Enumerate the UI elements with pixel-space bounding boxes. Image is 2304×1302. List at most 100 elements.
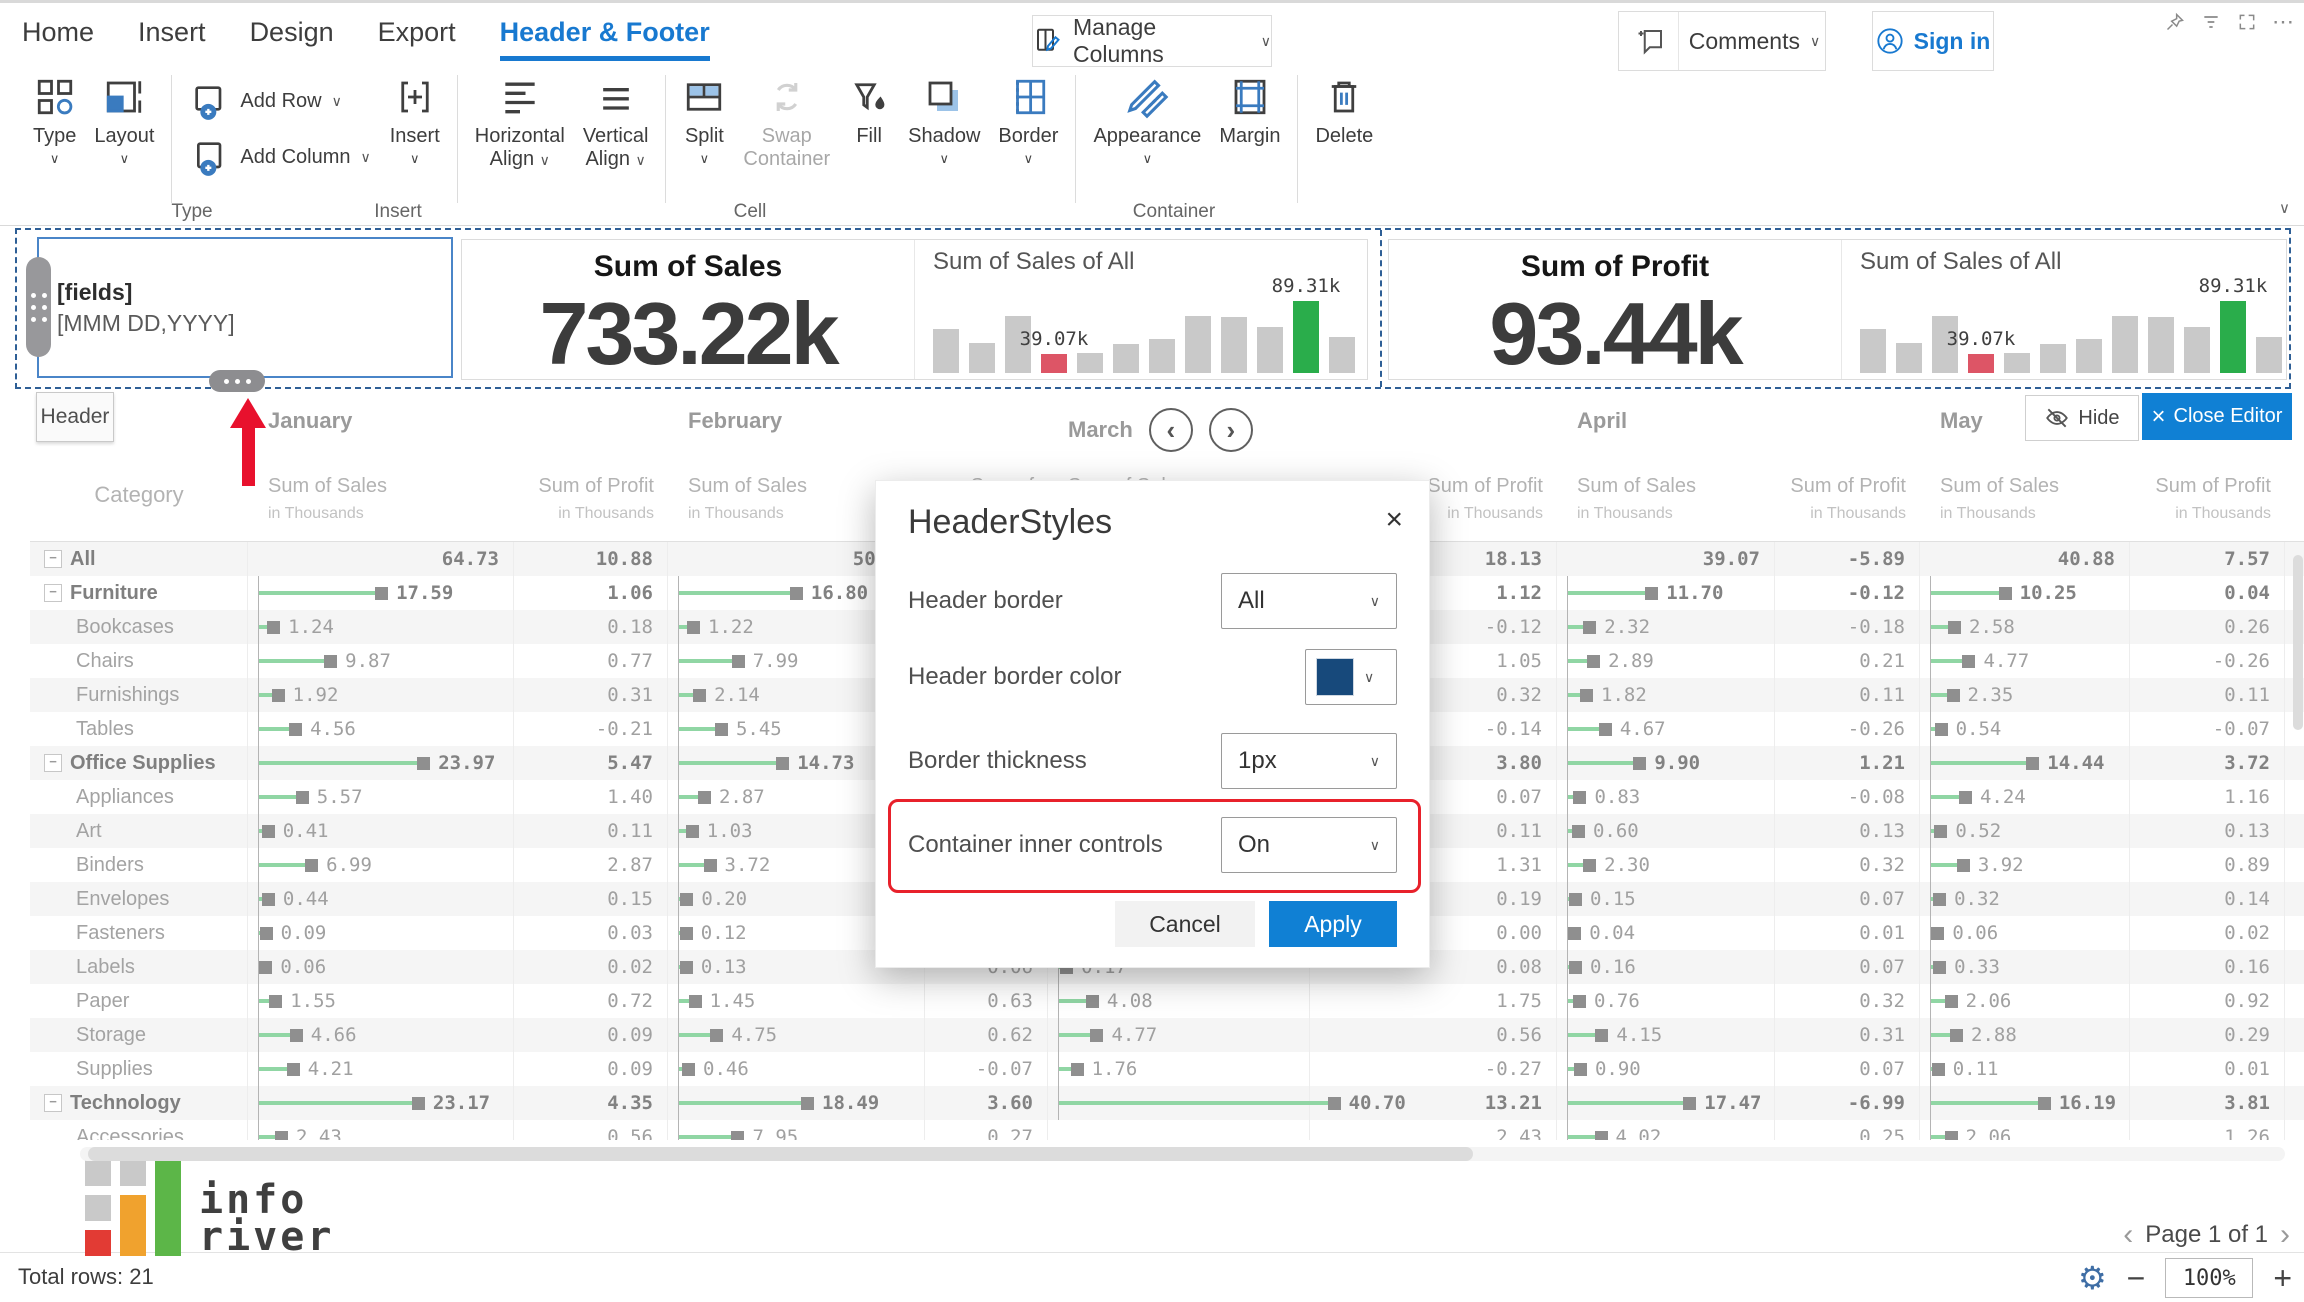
spark-bar [1860, 329, 1886, 373]
row-category: Fasteners [30, 916, 248, 950]
collapse-icon[interactable]: − [44, 550, 62, 568]
lollipop-marker [1999, 587, 2012, 600]
next-page-icon[interactable]: › [2280, 1218, 2290, 1252]
border-button[interactable]: Border∨ [998, 75, 1058, 167]
container-inner-controls-select[interactable]: On∨ [1221, 817, 1397, 873]
horizontal-scrollbar[interactable] [80, 1147, 2285, 1161]
select-value: On [1238, 831, 1270, 859]
table-row[interactable]: Supplies4.210.090.46-0.071.76-0.270.900.… [30, 1052, 2304, 1086]
dialog-close-icon[interactable]: × [1385, 505, 1403, 535]
swap-container-label: SwapContainer [743, 125, 830, 171]
lollipop-chart: 0.52 [1930, 814, 2129, 848]
collapse-ribbon-icon[interactable]: ∨ [2279, 199, 2290, 217]
zoom-in-button[interactable]: + [2273, 1262, 2292, 1294]
header-border-color-picker[interactable]: ∨ [1305, 649, 1397, 705]
zoom-level-field[interactable]: 100% [2165, 1258, 2253, 1298]
chevron-down-icon: ∨ [1024, 151, 1034, 167]
add-column-button[interactable]: Add Column∨ [190, 137, 370, 177]
sign-in-button[interactable]: Sign in [1872, 11, 1994, 71]
header-tab[interactable]: Header [36, 392, 114, 442]
profit-column-header: Sum of Profitin Thousands [2130, 455, 2285, 541]
row-label: Art [76, 820, 102, 843]
appearance-button[interactable]: Appearance∨ [1093, 75, 1201, 167]
lollipop-marker [1957, 859, 1970, 872]
close-editor-button[interactable]: × Close Editor [2142, 393, 2292, 440]
tab-export[interactable]: Export [378, 17, 456, 61]
lollipop-marker [1931, 927, 1944, 940]
tab-home[interactable]: Home [22, 17, 94, 61]
lollipop-line [1568, 863, 1583, 867]
table-row[interactable]: Accessories2.430.567.950.272.434.020.252… [30, 1120, 2304, 1140]
kpi-card-sales[interactable]: Sum of Sales 733.22k Sum of Sales of All… [461, 239, 1368, 380]
dialog-field-header-border-color: Header border color∨ [908, 649, 1397, 705]
table-row[interactable]: Storage4.660.094.750.624.770.564.150.312… [30, 1018, 2304, 1052]
lollipop-marker [1962, 655, 1975, 668]
zoom-out-button[interactable]: − [2127, 1262, 2146, 1294]
profit-cell: -0.26 [2130, 644, 2285, 678]
vertical-align-button[interactable]: VerticalAlign ∨ [583, 75, 649, 171]
chevron-down-icon: ∨ [332, 93, 342, 110]
drag-handle-left[interactable] [26, 257, 51, 357]
lollipop-value: 0.33 [1954, 956, 2000, 978]
prev-month-button[interactable]: ‹ [1149, 408, 1193, 452]
profit-cell: -0.12 [1775, 576, 1920, 610]
sales-column-header: Sum of Salesin Thousands [1557, 455, 1775, 541]
kpi-value: 93.44k [1489, 290, 1740, 378]
hide-button[interactable]: Hide [2025, 395, 2139, 441]
add-row-button[interactable]: Add Row∨ [190, 81, 370, 121]
sales-cell: 40.70 [1048, 1086, 1310, 1120]
focus-mode-icon[interactable] [2236, 11, 2258, 33]
sales-cell: 7.95 [668, 1120, 925, 1140]
lollipop-marker [305, 859, 318, 872]
comments-button[interactable]: Comments ∨ [1618, 11, 1826, 71]
collapse-icon[interactable]: − [44, 1094, 62, 1112]
fill-button[interactable]: Fill [848, 75, 890, 148]
lollipop-chart: 0.46 [678, 1052, 924, 1086]
border-thickness-select[interactable]: 1px∨ [1221, 733, 1397, 789]
lollipop-marker [1568, 927, 1581, 940]
spark-bar-rect [1185, 316, 1211, 373]
tab-insert[interactable]: Insert [138, 17, 206, 61]
more-options-icon[interactable]: ⋯ [2272, 11, 2294, 33]
lollipop-marker [1572, 825, 1585, 838]
pin-icon[interactable] [2164, 11, 2186, 33]
collapse-icon[interactable]: − [44, 584, 62, 602]
type-button[interactable]: Type∨ [33, 75, 76, 167]
lollipop-line [259, 1135, 275, 1139]
margin-button[interactable]: Margin [1219, 75, 1280, 148]
delete-button[interactable]: Delete [1315, 75, 1373, 148]
dialog-field-header-border: Header borderAll∨ [908, 573, 1397, 629]
field-placeholder-cell[interactable]: [fields] [MMM DD,YYYY] [37, 237, 453, 378]
lollipop-line [679, 625, 687, 629]
settings-gear-icon[interactable]: ⚙ [2078, 1259, 2107, 1297]
cancel-button[interactable]: Cancel [1115, 901, 1255, 947]
collapse-icon[interactable]: − [44, 754, 62, 772]
vertical-scrollbar-thumb[interactable] [2293, 555, 2303, 730]
prev-page-icon[interactable]: ‹ [2123, 1218, 2133, 1252]
apply-button[interactable]: Apply [1269, 901, 1397, 947]
sparkline-bars: 39.07k89.31k [933, 301, 1355, 373]
tab-header-footer[interactable]: Header & Footer [500, 17, 710, 61]
horizontal-scrollbar-thumb[interactable] [88, 1147, 1473, 1161]
tab-design[interactable]: Design [250, 17, 334, 61]
table-row[interactable]: Paper1.550.721.450.634.081.750.760.322.0… [30, 984, 2304, 1018]
manage-columns-button[interactable]: Manage Columns ∨ [1032, 15, 1272, 67]
split-button[interactable]: Split∨ [683, 75, 725, 167]
horizontal-align-button[interactable]: HorizontalAlign ∨ [475, 75, 565, 171]
layout-button[interactable]: Layout∨ [94, 75, 154, 167]
drag-handle-bottom[interactable] [209, 370, 265, 392]
kpi-card-profit[interactable]: Sum of Profit 93.44k Sum of Sales of All… [1388, 239, 2287, 380]
lollipop-marker [1934, 825, 1947, 838]
next-month-button[interactable]: › [1209, 408, 1253, 452]
insert-button[interactable]: Insert∨ [390, 75, 440, 167]
vertical-scrollbar[interactable] [2293, 555, 2303, 1130]
header-border-select[interactable]: All∨ [1221, 573, 1397, 629]
lollipop-line [679, 727, 715, 731]
spark-bar [2148, 317, 2174, 373]
filter-lines-icon[interactable] [2200, 11, 2222, 33]
shadow-button[interactable]: Shadow∨ [908, 75, 980, 167]
lollipop-marker [790, 587, 803, 600]
horizontal-align-label: HorizontalAlign ∨ [475, 125, 565, 171]
row-category: Bookcases [30, 610, 248, 644]
table-row[interactable]: −Technology23.174.3518.493.6040.7013.211… [30, 1086, 2304, 1120]
